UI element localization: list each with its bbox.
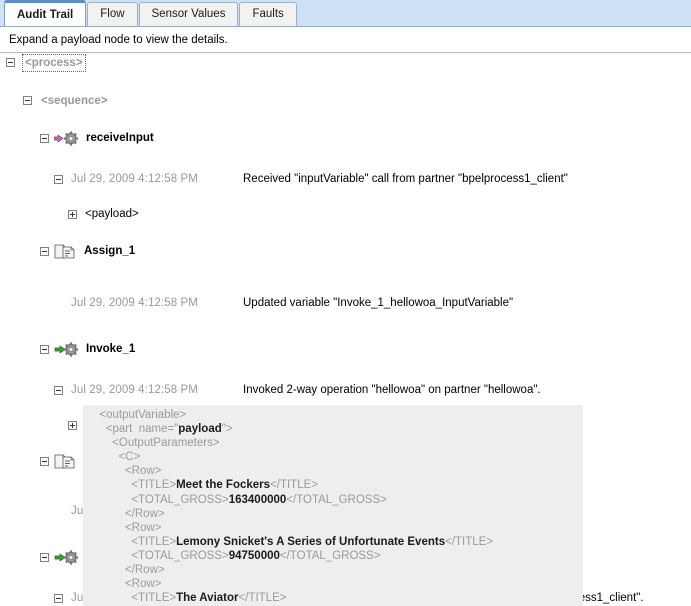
- info-message: Expand a payload node to view the detail…: [0, 27, 691, 53]
- expander-assign-1[interactable]: [40, 247, 49, 256]
- assign-documents-icon: [54, 454, 80, 469]
- tree-row-event-3[interactable]: Jul 29, 2009 4:12:58 PM Invoked 2-way op…: [0, 381, 691, 400]
- invoke-gear-icon: [54, 342, 80, 357]
- tree-row-payload-1[interactable]: <payload>: [0, 205, 691, 224]
- tree-row-event-2[interactable]: Jul 29, 2009 4:12:58 PM Updated variable…: [0, 294, 691, 313]
- tree-row-sequence[interactable]: <sequence>: [0, 91, 691, 110]
- tab-flow[interactable]: Flow: [87, 2, 138, 26]
- payload-xml-content: <outputVariable> <part name="payload"> <…: [99, 409, 494, 605]
- tab-audit-trail[interactable]: Audit Trail: [4, 0, 87, 26]
- tree-label-invoke-1: Invoke_1: [86, 343, 136, 355]
- event-message-1: Received "inputVariable" call from partn…: [243, 173, 568, 185]
- tab-flow-label: Flow: [100, 8, 125, 20]
- tree-row-invoke-1[interactable]: Invoke_1: [0, 340, 691, 359]
- invoke-gear-icon: [54, 550, 80, 565]
- tree-row-event-1[interactable]: Jul 29, 2009 4:12:58 PM Received "inputV…: [0, 170, 691, 189]
- expander-invoke-1[interactable]: [40, 345, 49, 354]
- expander-process[interactable]: [6, 58, 15, 67]
- expander-event-3[interactable]: [54, 386, 63, 395]
- receive-gear-icon: [54, 131, 80, 146]
- tree-row-assign-1[interactable]: Assign_1: [0, 242, 691, 261]
- tree-label-receive-input: receiveInput: [86, 132, 154, 144]
- expander-sequence[interactable]: [23, 96, 32, 105]
- tab-sensor-values-label: Sensor Values: [151, 8, 226, 20]
- tab-sensor-values[interactable]: Sensor Values: [138, 2, 239, 26]
- event-message-2: Updated variable "Invoke_1_hellowoa_Inpu…: [243, 297, 514, 309]
- tab-audit-trail-label: Audit Trail: [17, 9, 74, 21]
- expander-payload-1[interactable]: [68, 210, 77, 219]
- tab-bar: Audit Trail Flow Sensor Values Faults: [0, 0, 691, 27]
- event-timestamp-2: Jul 29, 2009 4:12:58 PM: [71, 297, 198, 309]
- audit-trail-tree[interactable]: <process> <sequence> receiveInput Jul 29…: [0, 53, 691, 606]
- tab-faults[interactable]: Faults: [239, 2, 297, 26]
- tree-label-process: <process>: [22, 54, 86, 72]
- event-timestamp-3: Jul 29, 2009 4:12:58 PM: [71, 384, 198, 396]
- event-timestamp-1: Jul 29, 2009 4:12:58 PM: [71, 173, 198, 185]
- payload-detail-panel[interactable]: <outputVariable> <part name="payload"> <…: [83, 405, 583, 606]
- tree-label-payload-1: <payload>: [85, 208, 139, 220]
- expander-event-1[interactable]: [54, 175, 63, 184]
- expander-payload-2[interactable]: [68, 421, 77, 430]
- assign-documents-icon: [54, 244, 80, 259]
- expander-event-5[interactable]: [54, 594, 63, 603]
- tree-row-receive-input[interactable]: receiveInput: [0, 129, 691, 148]
- tab-faults-label: Faults: [252, 8, 284, 20]
- tree-row-process[interactable]: <process>: [0, 53, 691, 72]
- tree-label-assign-1: Assign_1: [84, 245, 136, 257]
- expander-receive-input[interactable]: [40, 134, 49, 143]
- expander-callback-client[interactable]: [40, 553, 49, 562]
- tree-label-sequence: <sequence>: [41, 95, 108, 107]
- event-message-3: Invoked 2-way operation "hellowoa" on pa…: [243, 384, 541, 396]
- expander-assign-2[interactable]: [40, 457, 49, 466]
